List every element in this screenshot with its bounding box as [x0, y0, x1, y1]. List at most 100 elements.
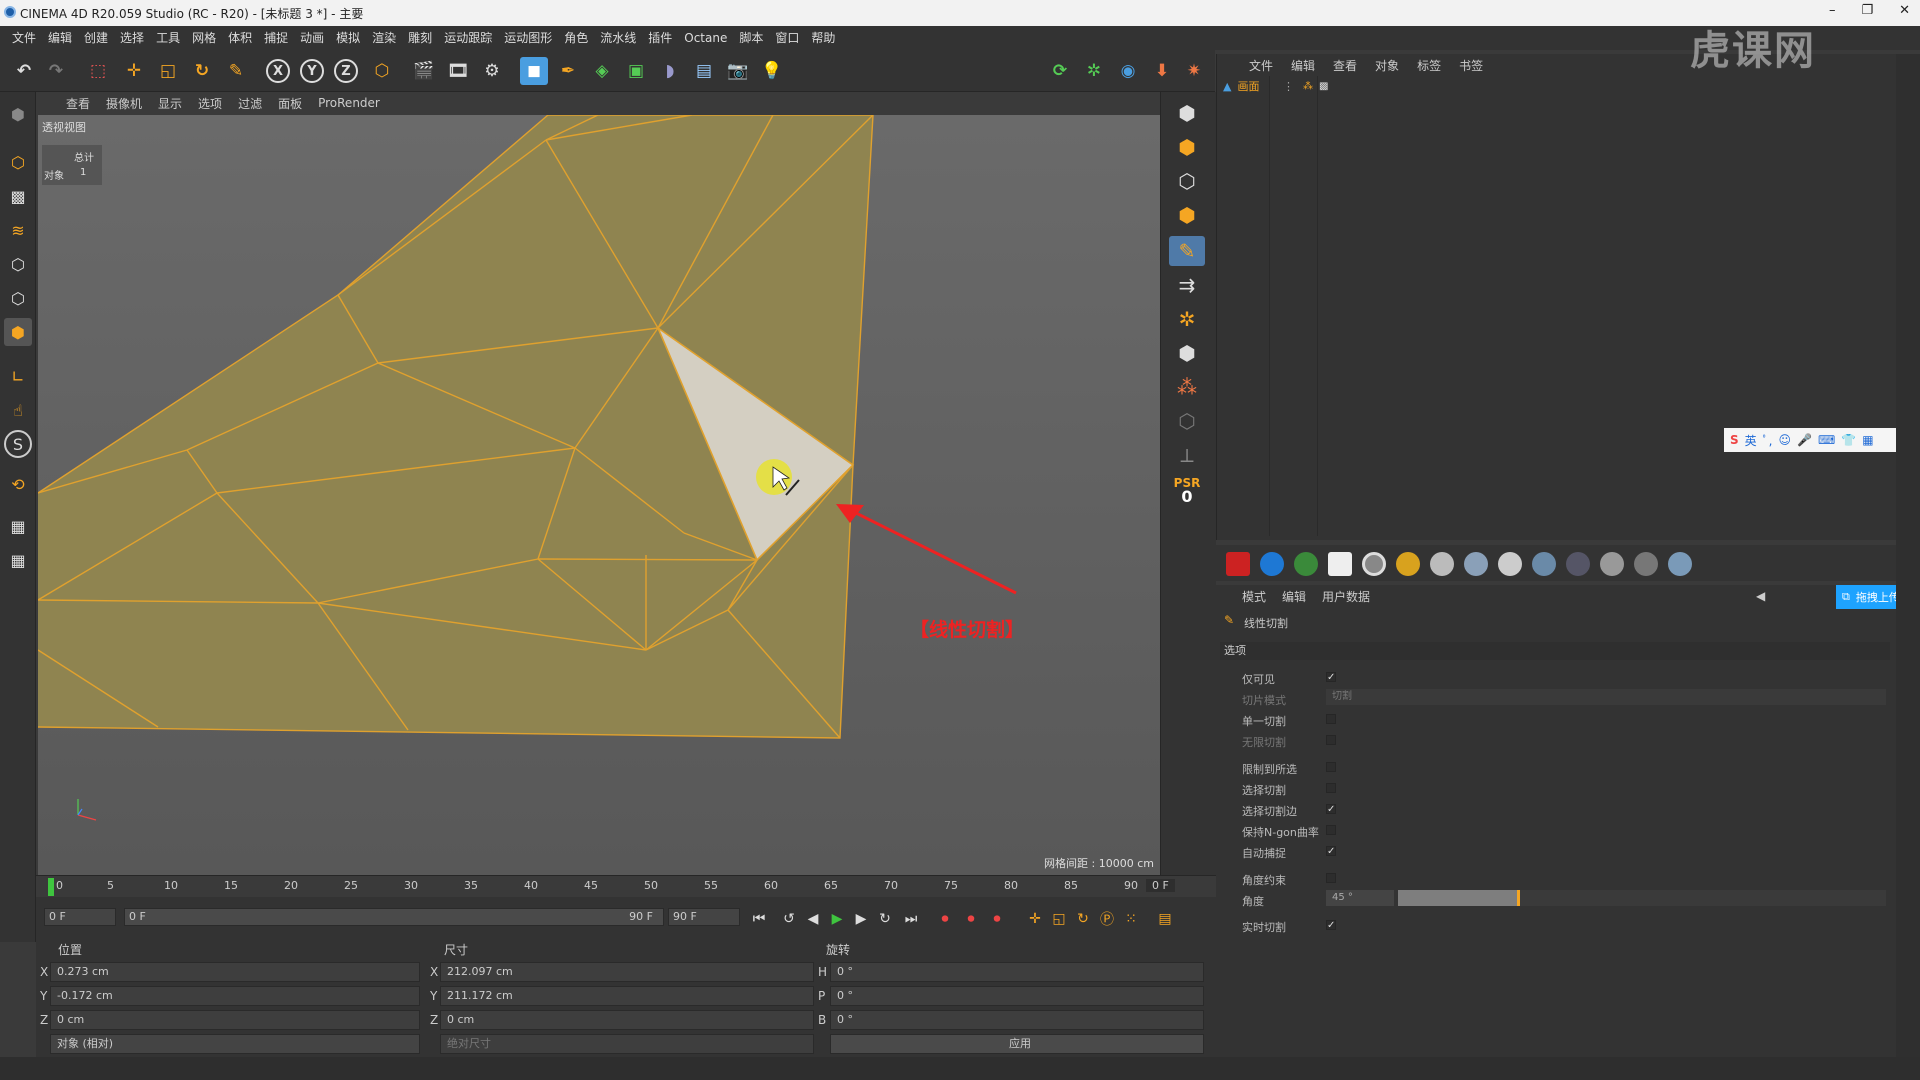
viewport-menu-display[interactable]: 显示	[152, 95, 188, 112]
om-menu-tags[interactable]: 标签	[1409, 57, 1449, 74]
octane-live-viewer-icon[interactable]: ⟳	[1046, 57, 1074, 85]
menu-snap[interactable]: 捕捉	[258, 26, 294, 50]
move-icon[interactable]: ✛	[120, 57, 148, 85]
end-frame-field[interactable]: 90 F	[668, 908, 740, 926]
attr-menu-edit[interactable]: 编辑	[1274, 588, 1314, 605]
pen-spline-icon[interactable]: ✒	[554, 57, 582, 85]
ime-language[interactable]: 英	[1745, 432, 1757, 449]
phong-tag-icon[interactable]: ⁂	[1303, 81, 1313, 92]
next-frame-icon[interactable]: ▶	[850, 908, 872, 930]
points-mode-icon[interactable]: ⬡	[4, 250, 32, 278]
menu-render[interactable]: 渲染	[366, 26, 402, 50]
slice-mode-select[interactable]: 切割	[1326, 689, 1886, 705]
menu-volume[interactable]: 体积	[222, 26, 258, 50]
key-rotation-icon[interactable]: ↻	[1072, 908, 1094, 930]
record-keys-icon[interactable]: ⏺	[934, 908, 956, 930]
menu-character[interactable]: 角色	[558, 26, 594, 50]
locked-workplane-icon[interactable]: ▦	[4, 546, 32, 574]
glossy-material-icon[interactable]	[1464, 552, 1488, 576]
texture-mode-icon[interactable]: ▩	[4, 182, 32, 210]
auto-snap-checkbox[interactable]: ✓	[1326, 846, 1336, 857]
edges-mode-icon[interactable]: ⬡	[4, 284, 32, 312]
viewport-menu-panel[interactable]: 面板	[272, 95, 308, 112]
pos-y-field[interactable]: -0.172 cm	[50, 986, 420, 1006]
visibility-dots-icon[interactable]: ⋮	[1283, 80, 1294, 93]
back-arrow-icon[interactable]: ◀	[1756, 589, 1765, 603]
sun-light-icon[interactable]	[1396, 552, 1420, 576]
size-x-field[interactable]: 212.097 cm	[440, 962, 814, 982]
point-tool-icon[interactable]: ⬢	[1169, 200, 1205, 230]
tweak-mode-icon[interactable]: ☝	[4, 396, 32, 424]
solo-mode-icon[interactable]: S	[4, 430, 32, 458]
menu-mesh[interactable]: 网格	[186, 26, 222, 50]
render-settings-icon[interactable]: ⚙	[478, 57, 506, 85]
menu-file[interactable]: 文件	[6, 26, 42, 50]
start-frame-field[interactable]: 0 F	[44, 908, 116, 926]
restrict-to-selection-checkbox[interactable]	[1326, 762, 1336, 772]
play-icon[interactable]: ▶	[826, 908, 848, 930]
only-visible-checkbox[interactable]: ✓	[1326, 672, 1336, 683]
keyframe-selection-icon[interactable]: ⏺	[986, 908, 1008, 930]
key-scale-icon[interactable]: ◱	[1048, 908, 1070, 930]
playhead[interactable]	[48, 878, 54, 896]
pos-x-field[interactable]: 0.273 cm	[50, 962, 420, 982]
floor-icon[interactable]: ▤	[690, 57, 718, 85]
om-menu-bookmarks[interactable]: 书签	[1451, 57, 1491, 74]
auto-key-icon[interactable]: ⏺	[960, 908, 982, 930]
key-parameter-icon[interactable]: Ⓟ	[1096, 908, 1118, 930]
apply-button[interactable]: 应用	[830, 1034, 1204, 1054]
microphone-icon[interactable]: 🎤	[1797, 433, 1812, 447]
go-to-end-icon[interactable]: ⏭	[900, 908, 922, 930]
slide-tool-icon[interactable]: ⟂	[1169, 440, 1205, 470]
polygon-object-icon[interactable]: ⬢	[1169, 132, 1205, 162]
array-icon[interactable]: ▣	[622, 57, 650, 85]
timeline-ruler[interactable]: 0 5 10 15 20 25 30 35 40 45 50 55 60 65 …	[36, 875, 1216, 897]
preview-range-slider[interactable]: 0 F 90 F	[124, 908, 664, 926]
light-icon[interactable]: 💡	[758, 57, 786, 85]
keep-ngon-curvature-checkbox[interactable]	[1326, 825, 1336, 835]
octane-object-icon[interactable]: ◉	[1114, 57, 1142, 85]
workplane-grid-icon[interactable]: ▦	[4, 512, 32, 540]
target-light-icon[interactable]	[1362, 552, 1386, 576]
undo-icon[interactable]: ↶	[10, 57, 38, 85]
minimize-button[interactable]: –	[1829, 3, 1836, 18]
infinite-cut-checkbox[interactable]	[1326, 735, 1336, 745]
emoji-icon[interactable]: ☺	[1779, 433, 1792, 447]
attr-menu-mode[interactable]: 模式	[1234, 588, 1274, 605]
pos-z-field[interactable]: 0 cm	[50, 1010, 420, 1030]
area-light-icon[interactable]	[1328, 552, 1352, 576]
axis-mode-icon[interactable]: ∟	[4, 362, 32, 390]
maximize-button[interactable]: ❐	[1861, 3, 1873, 18]
viewport-menu-filter[interactable]: 过滤	[232, 95, 268, 112]
weld-tool-icon[interactable]: ⁂	[1169, 372, 1205, 402]
angle-constraint-checkbox[interactable]	[1326, 873, 1336, 883]
specular-material-icon[interactable]	[1498, 552, 1522, 576]
render-camera-icon[interactable]	[1226, 552, 1250, 576]
select-cut-edges-checkbox[interactable]: ✓	[1326, 804, 1336, 815]
realtime-cut-checkbox[interactable]: ✓	[1326, 920, 1336, 931]
metallic-material-icon[interactable]	[1532, 552, 1556, 576]
size-y-field[interactable]: 211.172 cm	[440, 986, 814, 1006]
redo-icon[interactable]: ↷	[42, 57, 70, 85]
size-mode-select[interactable]: 绝对尺寸	[440, 1034, 814, 1054]
previous-key-icon[interactable]: ↺	[778, 908, 800, 930]
menu-create[interactable]: 创建	[78, 26, 114, 50]
menu-help[interactable]: 帮助	[805, 26, 841, 50]
render-picture-viewer-icon[interactable]: 🎞	[444, 57, 472, 85]
lock-x-axis-button[interactable]: X	[266, 59, 290, 83]
menu-animate[interactable]: 动画	[294, 26, 330, 50]
lock-y-axis-button[interactable]: Y	[300, 59, 324, 83]
cube-primitive-icon[interactable]: ◼	[520, 57, 548, 85]
punctuation-icon[interactable]: ﾟ,	[1763, 432, 1773, 449]
octane-settings-icon[interactable]: ✲	[1080, 57, 1108, 85]
object-row[interactable]: ▲ 画面 ⋮ ⁂ ▩	[1223, 78, 1883, 94]
workplane-mode-icon[interactable]: ≋	[4, 216, 32, 244]
om-menu-objects[interactable]: 对象	[1367, 57, 1407, 74]
timeline-window-icon[interactable]: ▤	[1154, 908, 1176, 930]
viewport-menu-camera[interactable]: 摄像机	[100, 95, 148, 112]
mix-material-icon[interactable]	[1566, 552, 1590, 576]
om-menu-file[interactable]: 文件	[1241, 57, 1281, 74]
om-menu-edit[interactable]: 编辑	[1283, 57, 1323, 74]
key-pla-icon[interactable]: ⁙	[1120, 908, 1142, 930]
menu-pipeline[interactable]: 流水线	[594, 26, 642, 50]
